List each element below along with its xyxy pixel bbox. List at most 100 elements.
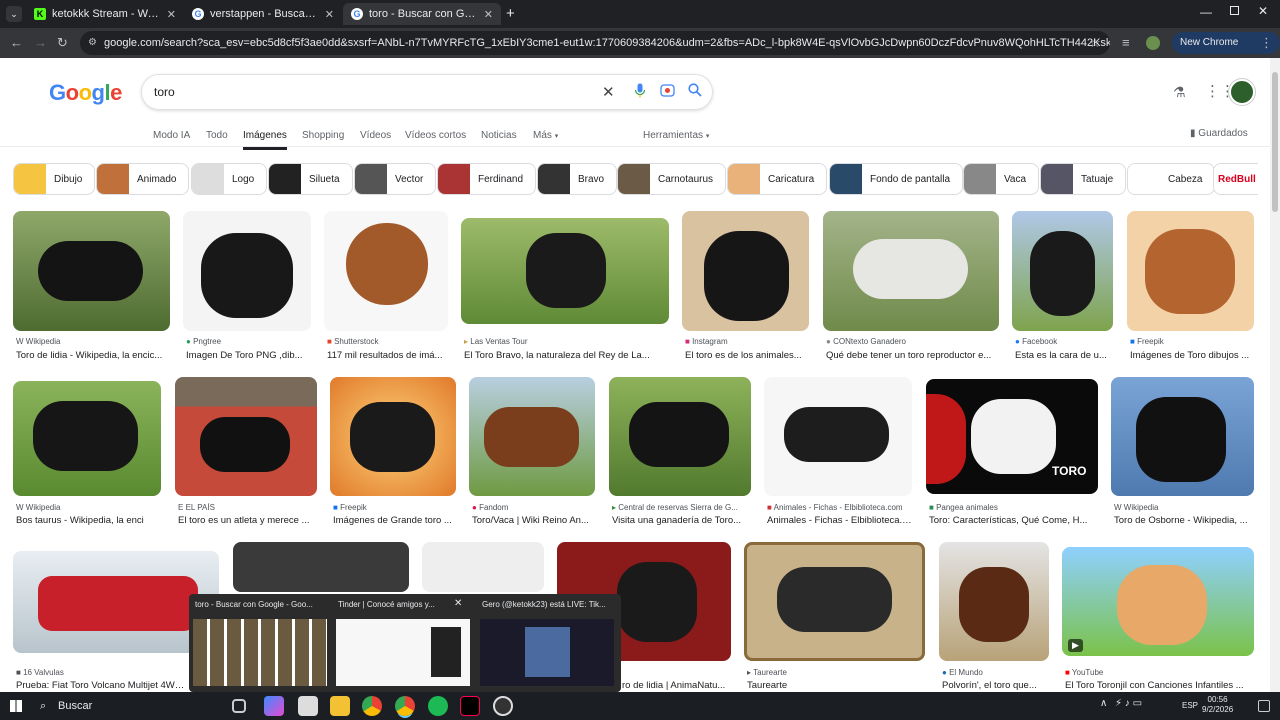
browser-tab[interactable]: K ketokkk Stream - Watch Live on ✕ [26, 3, 184, 25]
chip-caricatura[interactable]: Caricatura [727, 163, 828, 195]
image-caption[interactable]: Toro de Osborne - Wikipedia, ... [1114, 515, 1254, 526]
image-caption[interactable]: ro de lidia | AnimaNatu... [622, 680, 731, 691]
image-result[interactable] [422, 542, 544, 592]
file-explorer-icon[interactable] [330, 696, 350, 716]
image-result[interactable] [175, 377, 317, 496]
image-result[interactable] [1111, 377, 1254, 496]
image-source[interactable]: E EL PAÍS [178, 503, 317, 512]
image-caption[interactable]: Toro/Vaca | Wiki Reino An... [472, 515, 595, 526]
image-caption[interactable]: Esta es la cara de u... [1015, 350, 1113, 361]
chip-vaca[interactable]: Vaca [963, 163, 1040, 195]
image-caption[interactable]: Imagen De Toro PNG ,dib... [186, 350, 311, 361]
image-source[interactable]: W Wikipedia [16, 503, 161, 512]
tab-shopping[interactable]: Shopping [302, 130, 344, 141]
image-source[interactable]: ■ YouTube [1065, 668, 1254, 677]
restore-icon[interactable] [1230, 6, 1239, 15]
preview-window[interactable]: toro - Buscar con Google - Goo... [189, 594, 331, 692]
guardados-button[interactable]: ▮ Guardados [1190, 128, 1248, 139]
scrollbar-thumb[interactable] [1272, 72, 1278, 212]
tab-imagenes[interactable]: Imágenes [243, 130, 287, 150]
clear-icon[interactable]: ✕ [602, 83, 615, 101]
image-result[interactable] [1012, 211, 1113, 331]
spotify-icon[interactable] [428, 696, 448, 716]
reload-icon[interactable]: ↻ [57, 35, 68, 51]
image-result[interactable] [764, 377, 912, 496]
tiktok-icon[interactable] [460, 696, 480, 716]
image-result[interactable] [324, 211, 448, 331]
chip-tatuaje[interactable]: Tatuaje [1040, 163, 1127, 195]
tab-search-icon[interactable]: ⌄ [6, 6, 22, 22]
minimize-icon[interactable]: — [1200, 5, 1212, 19]
image-caption[interactable]: Animales - Fichas - Elbiblioteca.c... [767, 515, 912, 526]
chip-dibujo[interactable]: Dibujo [13, 163, 96, 195]
image-result[interactable]: ▶ [1062, 547, 1254, 656]
image-caption[interactable]: El Toro Toronjil con Canciones Infantile… [1065, 680, 1254, 691]
image-result[interactable] [233, 542, 409, 592]
preview-window[interactable]: Tinder | Conocé amigos y... [332, 594, 474, 692]
taskbar-search-box[interactable]: ⌕ Buscar [34, 695, 224, 717]
image-source[interactable]: ▸ Taurearte [747, 668, 925, 677]
search-icon[interactable] [688, 83, 702, 100]
chip-logo[interactable]: Logo [191, 163, 268, 195]
image-source[interactable]: ▸ Las Ventas Tour [464, 337, 669, 346]
image-caption[interactable]: Imágenes de Grande toro ... [333, 515, 456, 526]
chip-animado[interactable]: Animado [96, 163, 190, 195]
chrome-menu-icon[interactable]: ⋮ [1260, 35, 1273, 51]
labs-flask-icon[interactable]: ⚗ [1173, 84, 1186, 101]
copilot-icon[interactable] [264, 696, 284, 716]
preview-window[interactable]: Gero (@ketokk23) está LIVE: Tik... ✕ [454, 594, 618, 692]
chip-vector[interactable]: Vector [354, 163, 437, 195]
image-source[interactable]: W Wikipedia [1114, 503, 1254, 512]
google-logo[interactable]: Google [49, 80, 122, 106]
chip-ferdinand[interactable]: Ferdinand [437, 163, 537, 195]
close-tab-icon[interactable]: ✕ [167, 8, 176, 21]
image-source[interactable]: ● El Mundo [942, 668, 1049, 677]
task-view-icon[interactable] [232, 699, 246, 713]
chip-fondo-de-pantalla[interactable]: Fondo de pantalla [829, 163, 964, 195]
close-window-icon[interactable]: ✕ [1258, 4, 1268, 18]
image-result[interactable] [469, 377, 595, 496]
image-result[interactable]: TORO [926, 379, 1098, 494]
system-tray-icons[interactable]: ⚡ ♪ ▭ [1115, 698, 1142, 709]
search-input[interactable]: toro [154, 85, 175, 99]
image-caption[interactable]: Taurearte [747, 680, 925, 691]
image-caption[interactable]: El toro es de los animales... [685, 350, 809, 361]
image-source[interactable]: ■ Instagram [685, 337, 809, 346]
image-source[interactable]: ■ Animales - Fichas - Elbiblioteca.com [767, 503, 912, 512]
image-source[interactable]: ● Facebook [1015, 337, 1113, 346]
image-caption[interactable]: El toro es un atleta y merece ... [178, 515, 317, 526]
image-source[interactable]: ▸ Central de reservas Sierra de G... [612, 503, 751, 512]
image-result[interactable] [823, 211, 999, 331]
image-result[interactable] [330, 377, 456, 496]
image-source[interactable]: W Wikipedia [16, 337, 166, 346]
forward-icon[interactable]: → [34, 35, 47, 50]
extension-icon[interactable] [1146, 36, 1160, 50]
image-caption[interactable]: Qué debe tener un toro reproductor e... [826, 350, 999, 361]
image-result[interactable] [13, 381, 161, 496]
image-caption[interactable]: Visita una ganadería de Toro... [612, 515, 751, 526]
taskbar-clock[interactable]: 00:56 9/2/2026 [1202, 695, 1233, 715]
chip-bravo[interactable]: Bravo [537, 163, 618, 195]
image-source[interactable]: ■ Pangea animales [929, 503, 1098, 512]
image-caption[interactable]: Bos taurus - Wikipedia, la enci [16, 515, 161, 526]
reading-list-icon[interactable]: ≡ [1122, 35, 1130, 50]
image-source[interactable]: ● Pngtree [186, 337, 311, 346]
account-avatar[interactable] [1229, 79, 1255, 105]
image-result[interactable] [461, 218, 669, 324]
image-source[interactable]: ● CONtexto Ganadero [826, 337, 999, 346]
notification-icon[interactable] [1258, 700, 1270, 712]
browser-tab[interactable]: G verstappen - Buscar con Google ✕ [184, 3, 342, 25]
chip-cabeza[interactable]: Cabeza [1127, 163, 1216, 195]
image-caption[interactable]: 117 mil resultados de imá... [327, 350, 449, 361]
tab-videos[interactable]: Vídeos [360, 130, 391, 141]
url-field[interactable]: ⚙ google.com/search?sca_esv=ebc5d8cf5f3a… [80, 31, 1110, 55]
lens-camera-icon[interactable] [660, 83, 675, 101]
browser-tab-active[interactable]: G toro - Buscar con Google ✕ [343, 3, 501, 25]
new-tab-icon[interactable]: + [506, 5, 515, 22]
image-caption[interactable]: Toro: Características, Qué Come, H... [929, 515, 1098, 526]
image-source[interactable]: ■ Shutterstock [327, 337, 449, 346]
image-source[interactable]: ■ 16 Valvulas [16, 668, 186, 677]
image-result[interactable] [1127, 211, 1254, 331]
chip-carnotaurus[interactable]: Carnotaurus [617, 163, 727, 195]
windows-start-icon[interactable] [10, 700, 22, 712]
